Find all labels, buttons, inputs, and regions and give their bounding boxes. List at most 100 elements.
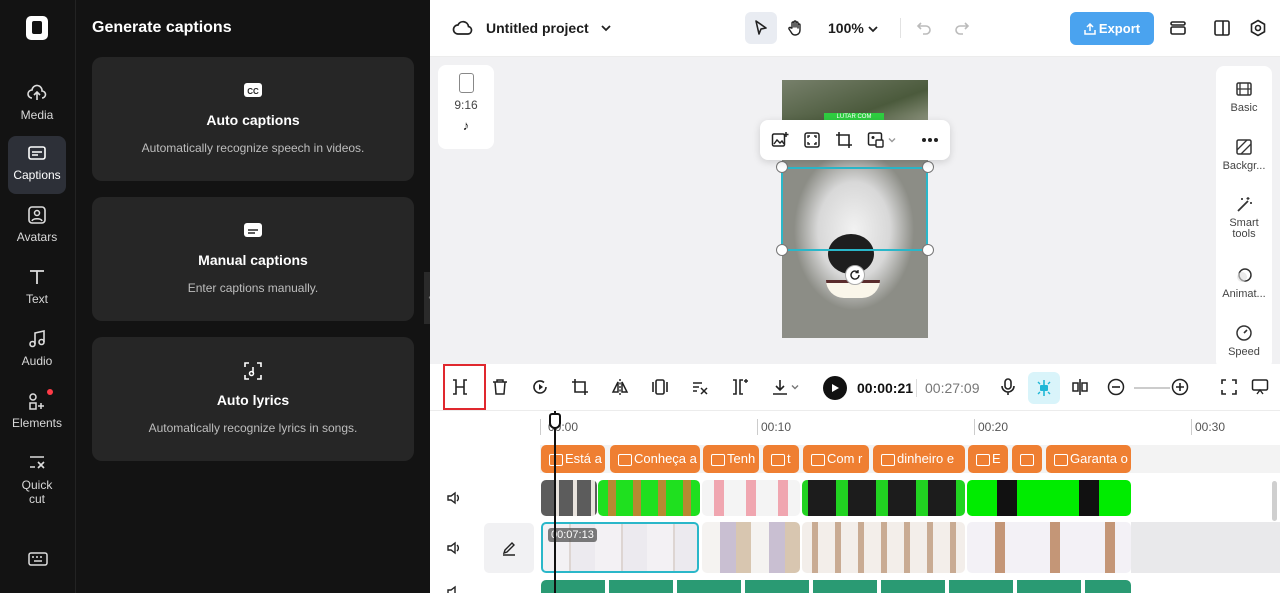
mute-track-button[interactable]	[446, 490, 462, 506]
mute-track-button[interactable]	[446, 540, 462, 556]
project-name[interactable]: Untitled project	[486, 20, 589, 36]
playhead-handle[interactable]	[549, 413, 561, 429]
sidebar-item-captions[interactable]: Captions	[8, 136, 66, 194]
auto-captions-card[interactable]: CC Auto captions Automatically recognize…	[92, 57, 414, 181]
caption-clip[interactable]: E	[968, 445, 1008, 473]
export-button[interactable]: Export	[1070, 12, 1154, 45]
sidebar-item-media[interactable]: Media	[8, 76, 66, 134]
playhead[interactable]	[554, 411, 556, 593]
more-options-button[interactable]	[920, 130, 940, 150]
svg-text:CC: CC	[247, 87, 259, 96]
timeline-zoom-slider[interactable]	[1134, 387, 1170, 389]
minus-circle-icon	[1107, 378, 1125, 396]
capcut-logo-icon[interactable]	[26, 16, 48, 40]
prop-label: Smart tools	[1229, 217, 1259, 240]
record-voice-button[interactable]	[997, 376, 1019, 398]
video-clip[interactable]	[967, 480, 1131, 516]
crop-tool-button[interactable]	[569, 376, 591, 398]
feedback-button[interactable]	[1249, 376, 1271, 398]
crop-button[interactable]	[834, 130, 854, 150]
replace-image-button[interactable]	[770, 130, 790, 150]
resize-handle[interactable]	[776, 161, 788, 173]
resize-handle[interactable]	[776, 244, 788, 256]
hand-tool-button[interactable]	[780, 12, 812, 44]
layers-button[interactable]	[1162, 12, 1194, 44]
sidebar-item-audio[interactable]: Audio	[8, 322, 66, 380]
caption-clip[interactable]: t	[763, 445, 799, 473]
video-clip[interactable]	[802, 522, 965, 573]
prop-smart-tools[interactable]: Smart tools	[1216, 196, 1272, 240]
focus-button[interactable]	[802, 130, 822, 150]
link-tracks-button[interactable]	[1069, 376, 1091, 398]
rotate-icon	[850, 270, 860, 280]
timeline-scrollbar[interactable]	[1272, 481, 1277, 521]
undo-button[interactable]	[908, 12, 940, 44]
caption-clip[interactable]: Garanta o	[1046, 445, 1131, 473]
video-clip[interactable]	[702, 480, 800, 516]
split-button[interactable]	[449, 376, 471, 398]
video-clip[interactable]	[802, 480, 965, 516]
rotate-handle[interactable]	[845, 265, 865, 285]
chevron-down-icon[interactable]	[788, 376, 802, 398]
chevron-down-icon[interactable]	[600, 21, 612, 39]
video-clip[interactable]	[702, 522, 800, 573]
audio-clip[interactable]	[541, 580, 1131, 593]
cc-icon: CC	[243, 81, 263, 99]
select-tool-button[interactable]	[745, 12, 777, 44]
background-icon	[1236, 139, 1252, 155]
video-clip[interactable]	[598, 480, 700, 516]
caption-clip[interactable]: Com r	[803, 445, 869, 473]
sidebar-item-quick-cut[interactable]: Quick cut	[8, 446, 66, 512]
smart-split-button[interactable]	[729, 376, 751, 398]
prop-animation[interactable]: Animat...	[1216, 266, 1272, 300]
card-description: Automatically recognize lyrics in songs.	[148, 421, 358, 435]
selected-video-clip[interactable]: 00:07:13	[541, 522, 699, 573]
fullscreen-button[interactable]	[1218, 376, 1240, 398]
resize-handle[interactable]	[922, 161, 934, 173]
delete-button[interactable]	[489, 376, 511, 398]
keyboard-icon[interactable]	[28, 551, 48, 572]
cloud-sync-icon[interactable]	[452, 19, 474, 42]
video-clip[interactable]	[967, 522, 1131, 573]
divider	[900, 18, 901, 38]
ruler-label: 00:20	[978, 420, 1009, 434]
prop-background[interactable]: Backgr...	[1216, 138, 1272, 172]
sidebar-item-avatars[interactable]: Avatars	[8, 198, 66, 256]
prop-speed[interactable]: Speed	[1216, 324, 1272, 358]
zoom-level[interactable]: 100%	[828, 20, 864, 36]
manual-captions-card[interactable]: Manual captions Enter captions manually.	[92, 197, 414, 321]
magic-wand-icon	[1237, 197, 1252, 212]
sidebar-item-text[interactable]: Text	[8, 260, 66, 318]
zoom-out-button[interactable]	[1105, 376, 1127, 398]
download-icon	[773, 380, 787, 395]
video-clip[interactable]	[541, 480, 597, 516]
chevron-down-icon[interactable]	[867, 22, 879, 40]
sidebar-item-elements[interactable]: Elements	[8, 384, 66, 442]
play-button[interactable]	[823, 376, 847, 400]
flip-button[interactable]	[609, 376, 631, 398]
selection-box[interactable]	[781, 167, 928, 251]
snap-toggle-button[interactable]	[1028, 372, 1060, 404]
caption-clip[interactable]: dinheiro e	[873, 445, 965, 473]
redo-button[interactable]	[946, 12, 978, 44]
mute-track-button[interactable]	[446, 584, 462, 593]
freeze-frame-button[interactable]	[649, 376, 671, 398]
edit-cover-button[interactable]	[484, 523, 534, 573]
resize-handle[interactable]	[922, 244, 934, 256]
auto-lyrics-card[interactable]: Auto lyrics Automatically recognize lyri…	[92, 337, 414, 461]
settings-button[interactable]	[1242, 12, 1274, 44]
caption-clip[interactable]	[1012, 445, 1042, 473]
zoom-in-button[interactable]	[1169, 376, 1191, 398]
caption-clip[interactable]: Tenh	[703, 445, 759, 473]
chevron-down-icon[interactable]	[886, 130, 898, 150]
card-description: Enter captions manually.	[187, 281, 319, 295]
image-edit-button[interactable]	[866, 130, 886, 150]
cloud-upload-icon	[8, 84, 66, 106]
caption-clip[interactable]: Está a	[541, 445, 605, 473]
replay-button[interactable]	[529, 376, 551, 398]
audio-remove-button[interactable]	[689, 376, 711, 398]
prop-basic[interactable]: Basic	[1216, 80, 1272, 114]
aspect-ratio-selector[interactable]: 9:16 ♪	[438, 65, 494, 149]
caption-clip[interactable]: Conheça a	[610, 445, 700, 473]
toggle-panel-button[interactable]	[1206, 12, 1238, 44]
